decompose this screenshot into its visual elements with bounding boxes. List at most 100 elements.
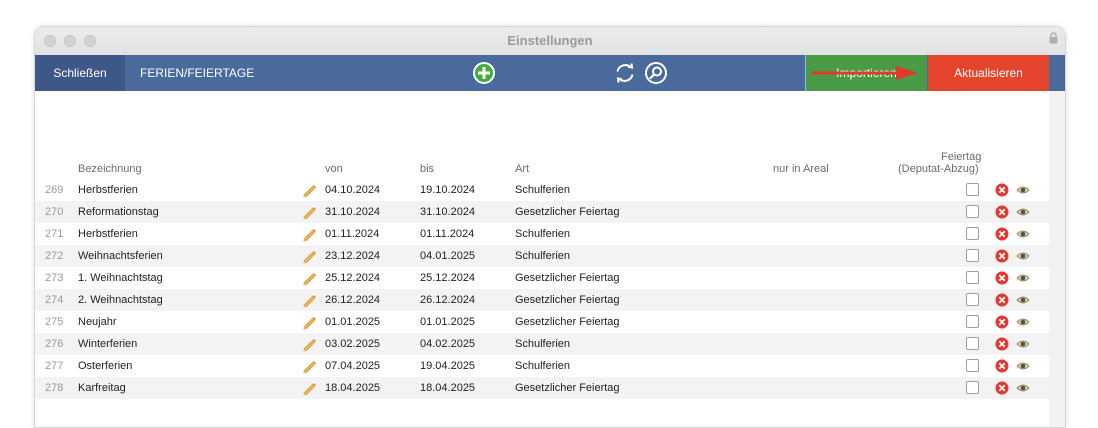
table-row[interactable]: 275 Neujahr 01.01.2025 01.01.2025 Gesetzlich… bbox=[35, 311, 1049, 333]
row-bis: 04.01.2025 bbox=[420, 250, 476, 262]
table-row[interactable]: 270 Reformationstag 31.10.2024 31.10.2024 Ge… bbox=[35, 201, 1049, 223]
row-von: 18.04.2025 bbox=[325, 382, 381, 394]
delete-icon[interactable] bbox=[995, 205, 1009, 219]
row-id: 270 bbox=[45, 206, 64, 218]
delete-icon[interactable] bbox=[995, 337, 1009, 351]
header-feiertag[interactable]: Feiertag bbox=[941, 151, 981, 163]
row-id: 274 bbox=[45, 294, 64, 306]
delete-icon[interactable] bbox=[995, 293, 1009, 307]
header-art[interactable]: Art bbox=[515, 163, 529, 175]
pencil-icon[interactable] bbox=[301, 314, 317, 330]
arrow-icon bbox=[812, 66, 918, 80]
row-art: Gesetzlicher Feiertag bbox=[515, 294, 620, 306]
delete-icon[interactable] bbox=[995, 271, 1009, 285]
row-id: 276 bbox=[45, 338, 64, 350]
table-row[interactable]: 269 Herbstferien 04.10.2024 19.10.2024 Schul… bbox=[35, 179, 1049, 201]
delete-icon[interactable] bbox=[995, 315, 1009, 329]
row-von: 07.04.2025 bbox=[325, 360, 381, 372]
feiertag-checkbox[interactable] bbox=[966, 337, 979, 350]
feiertag-checkbox[interactable] bbox=[966, 315, 979, 328]
feiertag-checkbox[interactable] bbox=[966, 359, 979, 372]
feiertag-checkbox[interactable] bbox=[966, 381, 979, 394]
feiertag-checkbox[interactable] bbox=[966, 205, 979, 218]
row-id: 271 bbox=[45, 228, 64, 240]
feiertag-checkbox[interactable] bbox=[966, 271, 979, 284]
feiertag-checkbox[interactable] bbox=[966, 227, 979, 240]
settings-window: Einstellungen Schließen FERIEN/FEIERTAGE… bbox=[34, 26, 1066, 428]
delete-icon[interactable] bbox=[995, 359, 1009, 373]
row-bis: 25.12.2024 bbox=[420, 272, 476, 284]
table-row[interactable]: 273 1. Weihnachtstag 25.12.2024 25.12.2024 G… bbox=[35, 267, 1049, 289]
pencil-icon[interactable] bbox=[301, 292, 317, 308]
close-button[interactable]: Schließen bbox=[35, 55, 125, 91]
eye-icon[interactable] bbox=[1016, 185, 1030, 195]
row-von: 26.12.2024 bbox=[325, 294, 381, 306]
refresh-icon[interactable] bbox=[613, 61, 637, 85]
update-button[interactable]: Aktualisieren bbox=[928, 55, 1049, 91]
pencil-icon[interactable] bbox=[301, 204, 317, 220]
table-row[interactable]: 272 Weihnachtsferien 23.12.2024 04.01.2025 S… bbox=[35, 245, 1049, 267]
pencil-icon[interactable] bbox=[301, 336, 317, 352]
eye-icon[interactable] bbox=[1016, 317, 1030, 327]
row-art: Schulferien bbox=[515, 360, 571, 372]
eye-icon[interactable] bbox=[1016, 339, 1030, 349]
delete-icon[interactable] bbox=[995, 183, 1009, 197]
search-icon[interactable] bbox=[644, 61, 668, 85]
pencil-icon[interactable] bbox=[301, 248, 317, 264]
eye-icon[interactable] bbox=[1016, 273, 1030, 283]
header-von[interactable]: von bbox=[325, 163, 343, 175]
row-bis: 18.04.2025 bbox=[420, 382, 476, 394]
row-art: Schulferien bbox=[515, 228, 571, 240]
plus-circle-icon[interactable] bbox=[472, 61, 496, 85]
row-von: 31.10.2024 bbox=[325, 206, 381, 218]
eye-icon[interactable] bbox=[1016, 361, 1030, 371]
delete-icon[interactable] bbox=[995, 381, 1009, 395]
row-von: 04.10.2024 bbox=[325, 184, 381, 196]
row-name: Neujahr bbox=[78, 316, 117, 328]
table-row[interactable]: 278 Karfreitag 18.04.2025 18.04.2025 Gesetzl… bbox=[35, 377, 1049, 399]
feiertag-checkbox[interactable] bbox=[966, 249, 979, 262]
row-art: Schulferien bbox=[515, 338, 571, 350]
row-bis: 19.04.2025 bbox=[420, 360, 476, 372]
eye-icon[interactable] bbox=[1016, 229, 1030, 239]
row-id: 269 bbox=[45, 184, 64, 196]
row-art: Gesetzlicher Feiertag bbox=[515, 316, 620, 328]
eye-icon[interactable] bbox=[1016, 383, 1030, 393]
scrollbar[interactable] bbox=[1049, 91, 1065, 427]
row-von: 23.12.2024 bbox=[325, 250, 381, 262]
row-id: 278 bbox=[45, 382, 64, 394]
lock-icon bbox=[1049, 32, 1058, 44]
eye-icon[interactable] bbox=[1016, 207, 1030, 217]
eye-icon[interactable] bbox=[1016, 251, 1030, 261]
pencil-icon[interactable] bbox=[301, 270, 317, 286]
row-von: 01.11.2024 bbox=[325, 228, 380, 240]
feiertag-checkbox[interactable] bbox=[966, 183, 979, 196]
row-von: 25.12.2024 bbox=[325, 272, 381, 284]
table-row[interactable]: 274 2. Weihnachtstag 26.12.2024 26.12.2024 G… bbox=[35, 289, 1049, 311]
delete-icon[interactable] bbox=[995, 249, 1009, 263]
window-title: Einstellungen bbox=[507, 33, 593, 48]
toolbar: Schließen FERIEN/FEIERTAGE Importieren A… bbox=[35, 55, 1065, 91]
table-row[interactable]: 271 Herbstferien 01.11.2024 01.11.2024 Schul… bbox=[35, 223, 1049, 245]
row-art: Gesetzlicher Feiertag bbox=[515, 206, 620, 218]
table-row[interactable]: 276 Winterferien 03.02.2025 04.02.2025 Schul… bbox=[35, 333, 1049, 355]
section-title: FERIEN/FEIERTAGE bbox=[140, 66, 255, 80]
header-bezeichnung[interactable]: Bezeichnung bbox=[78, 163, 142, 175]
delete-icon[interactable] bbox=[995, 227, 1009, 241]
row-art: Schulferien bbox=[515, 250, 571, 262]
header-bis[interactable]: bis bbox=[420, 163, 434, 175]
pencil-icon[interactable] bbox=[301, 182, 317, 198]
header-deputat[interactable]: (Deputat-Abzug) bbox=[898, 163, 979, 175]
eye-icon[interactable] bbox=[1016, 295, 1030, 305]
feiertag-checkbox[interactable] bbox=[966, 293, 979, 306]
pencil-icon[interactable] bbox=[301, 380, 317, 396]
header-areal[interactable]: nur in Areal bbox=[773, 163, 829, 175]
row-name: 1. Weihnachtstag bbox=[78, 272, 163, 284]
table-row[interactable]: 277 Osterferien 07.04.2025 19.04.2025 Schulf… bbox=[35, 355, 1049, 377]
row-id: 273 bbox=[45, 272, 64, 284]
pencil-icon[interactable] bbox=[301, 226, 317, 242]
row-name: 2. Weihnachtstag bbox=[78, 294, 163, 306]
row-bis: 01.01.2025 bbox=[420, 316, 476, 328]
pencil-icon[interactable] bbox=[301, 358, 317, 374]
row-name: Herbstferien bbox=[78, 228, 138, 240]
